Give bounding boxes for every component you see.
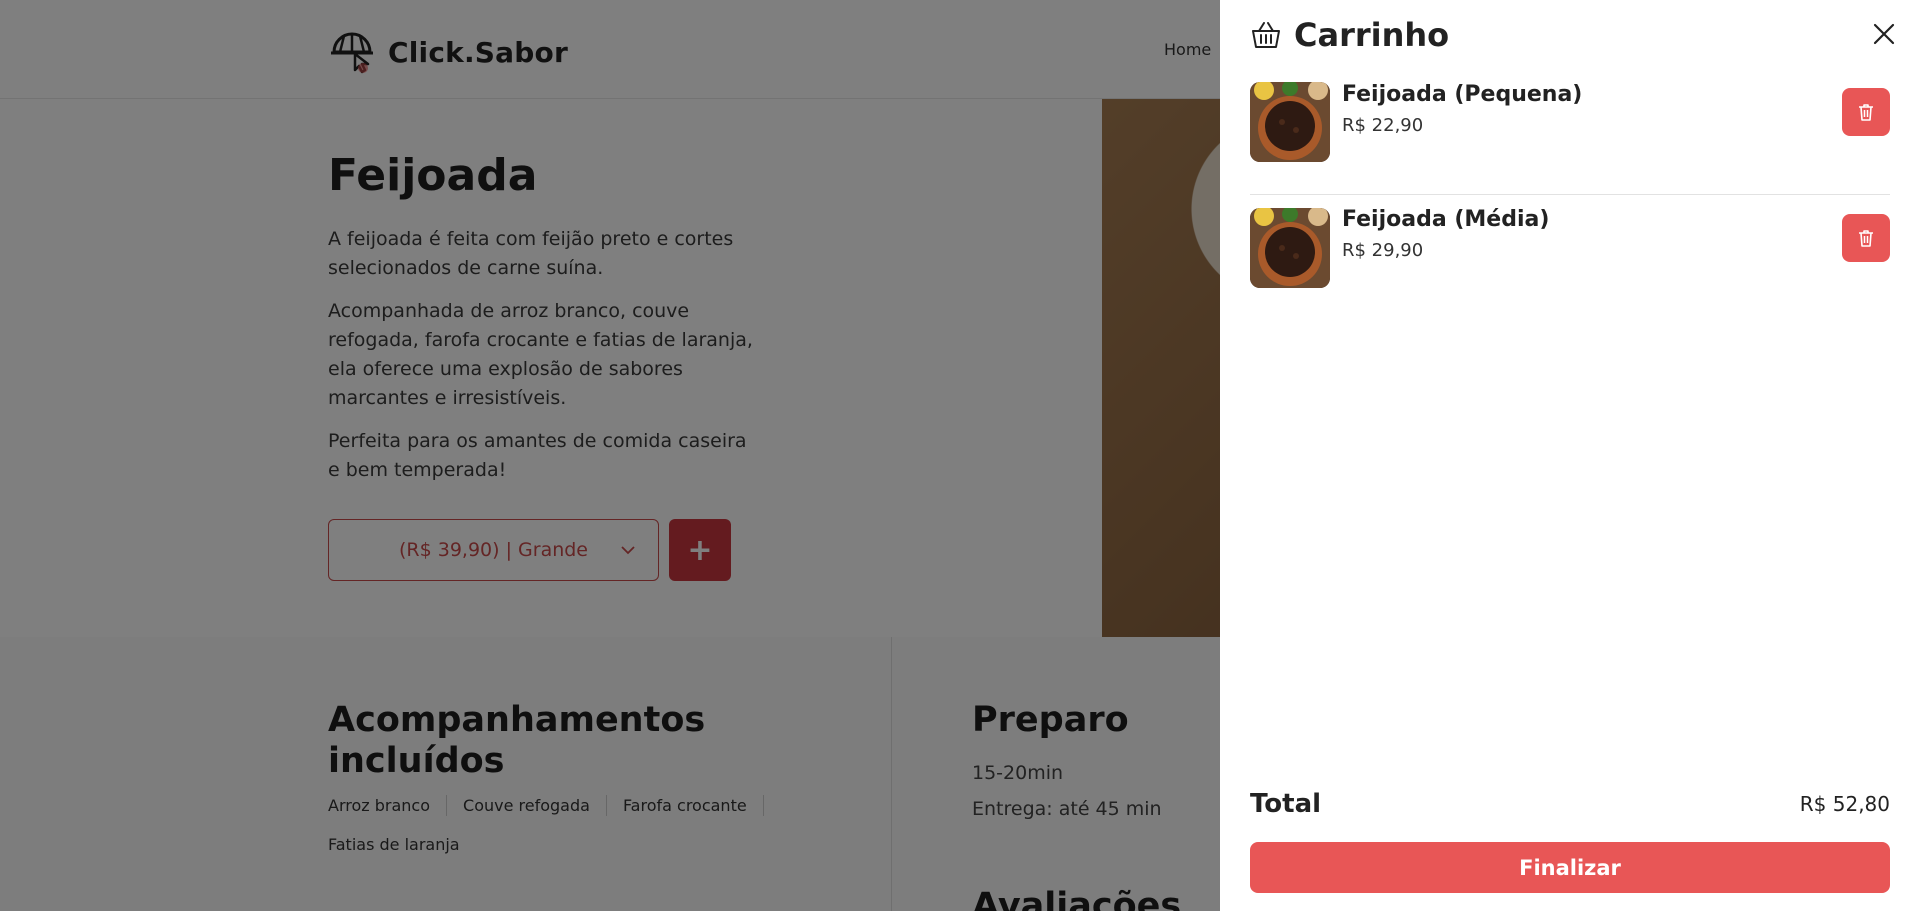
total-label: Total: [1250, 789, 1322, 819]
cart-total: Total R$ 52,80: [1250, 789, 1890, 819]
item-name: Feijoada (Média): [1342, 207, 1550, 232]
close-icon[interactable]: [1870, 20, 1898, 48]
cart-drawer: Carrinho Feijoada (Pequena) R$ 22,90 Fei…: [1220, 0, 1920, 911]
remove-item-button[interactable]: [1842, 88, 1890, 136]
trash-icon: [1859, 104, 1873, 121]
cart-item: Feijoada (Média) R$ 29,90: [1250, 195, 1890, 308]
cart-item: Feijoada (Pequena) R$ 22,90: [1250, 82, 1890, 195]
trash-icon: [1859, 230, 1873, 247]
item-price: R$ 22,90: [1342, 115, 1424, 136]
cart-items: Feijoada (Pequena) R$ 22,90 Feijoada (Mé…: [1250, 82, 1890, 308]
cart-title: Carrinho: [1294, 16, 1450, 54]
item-thumbnail: [1250, 208, 1330, 288]
remove-item-button[interactable]: [1842, 214, 1890, 262]
item-name: Feijoada (Pequena): [1342, 82, 1583, 107]
total-value: R$ 52,80: [1799, 792, 1890, 816]
item-thumbnail: [1250, 82, 1330, 162]
basket-icon: [1252, 22, 1280, 48]
modal-backdrop[interactable]: [0, 0, 1220, 911]
cart-header: Carrinho: [1250, 16, 1449, 54]
finalize-button[interactable]: Finalizar: [1250, 842, 1890, 893]
item-price: R$ 29,90: [1342, 240, 1424, 261]
